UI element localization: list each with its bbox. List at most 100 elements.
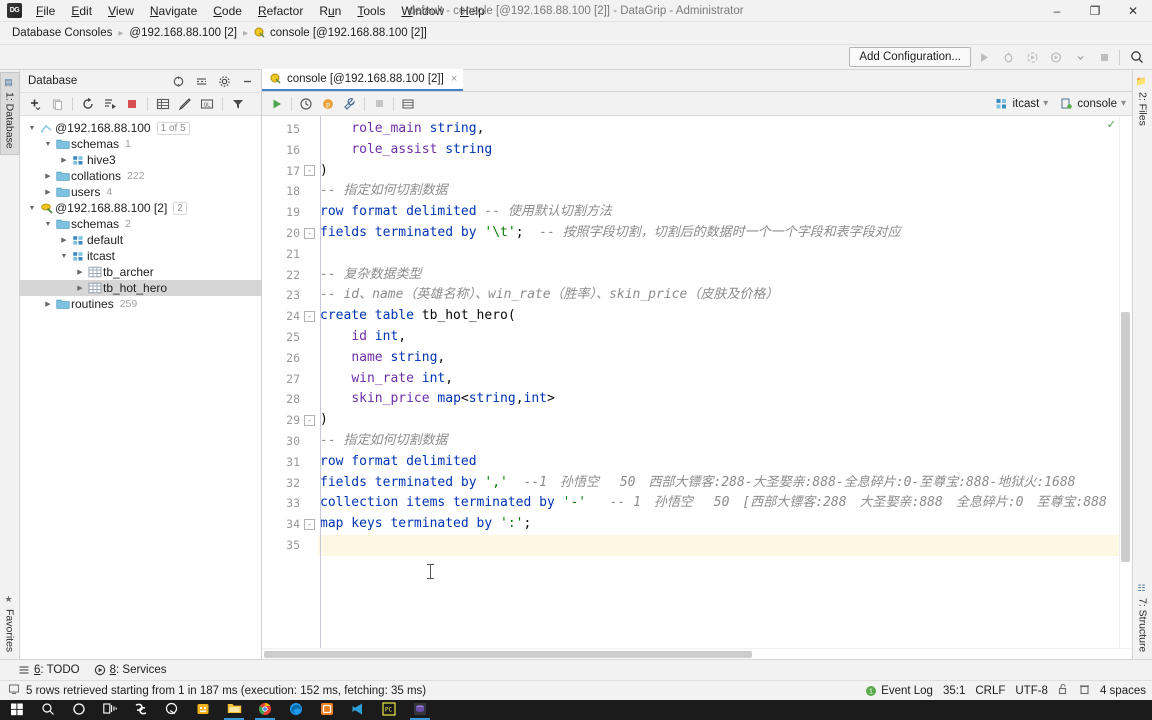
tree-node-schemas-1[interactable]: ▼ schemas 1 [20,136,261,152]
stripe-tab-database[interactable]: ▤ 1: Database [0,72,20,155]
code-content[interactable]: role_main string, role_assist string) -- … [318,116,1132,648]
line-separator[interactable]: CRLF [975,685,1005,697]
tree-expand-arrow[interactable]: ▼ [42,141,54,148]
vertical-scrollbar[interactable]: ✓ [1107,116,1132,648]
taskbar-app-vmware[interactable] [312,700,342,720]
tree-expand-arrow[interactable]: ▶ [74,268,86,276]
history-icon[interactable] [295,94,317,114]
parameters-icon[interactable]: p [317,94,339,114]
sync-icon[interactable] [168,72,188,91]
tree-expand-arrow[interactable]: ▼ [26,205,38,212]
taskbar-app-vscode[interactable] [343,700,373,720]
code-line[interactable]: role_assist string [318,140,1132,161]
taskbar-app-store[interactable] [188,700,218,720]
code-fold-icon[interactable]: - [304,518,315,530]
code-line[interactable]: -- 复杂数据类型 [318,265,1132,286]
stop-icon[interactable] [122,95,142,114]
stop-icon[interactable] [1093,46,1115,68]
add-configuration-button[interactable]: Add Configuration... [849,47,971,67]
stripe-tab-favorites[interactable]: ★ Favorites [1,590,19,657]
menu-edit[interactable]: Edit [63,2,100,20]
code-line[interactable]: collection items terminated by '-' -- 1 … [318,493,1132,514]
close-icon[interactable]: × [451,73,457,85]
code-line[interactable]: win_rate int, [318,369,1132,390]
code-fold-icon[interactable]: - [304,227,315,239]
search-button[interactable] [33,700,63,720]
code-line[interactable]: map keys terminated by ':'; [318,514,1132,535]
tree-node-tb-archer[interactable]: ▶ tb_archer [20,264,261,280]
table-view-icon[interactable] [397,94,419,114]
code-line[interactable]: name string, [318,348,1132,369]
maximize-button[interactable]: ❐ [1076,0,1114,21]
tree-node-tb-hot-hero[interactable]: ▶ tb_hot_hero [20,280,261,296]
taskbar-app-datagrip[interactable] [405,700,435,720]
horizontal-scrollbar-thumb[interactable] [264,651,752,658]
code-line[interactable] [318,244,1132,265]
code-line[interactable]: -- id、name（英雄名称）、win_rate（胜率）、skin_price… [318,285,1132,306]
code-fold-icon[interactable]: - [304,165,315,177]
tree-expand-arrow[interactable]: ▶ [42,172,54,180]
code-line[interactable]: skin_price map<string,int> [318,389,1132,410]
taskbar-app-everything[interactable] [157,700,187,720]
code-editor[interactable]: 15 16-17 18 19-20 21 22 23-24 25 26 27 28-29 30 31 32… [262,116,1132,648]
taskbar-app-chrome[interactable] [250,700,280,720]
stripe-tab-files[interactable]: 📁 2: Files [1134,72,1152,131]
tree-expand-arrow[interactable]: ▼ [26,125,38,132]
code-line[interactable]: id int, [318,327,1132,348]
unlocked-icon[interactable] [1058,683,1069,698]
tree-node-collations[interactable]: ▶ collations 222 [20,168,261,184]
menu-run[interactable]: Run [311,2,349,20]
execute-icon[interactable] [266,94,288,114]
code-line[interactable]: role_main string, [318,119,1132,140]
minimize-button[interactable]: – [1038,0,1076,21]
run-icon[interactable] [973,46,995,68]
database-tree[interactable]: ▼ @192.168.88.100 1 of 5 ▼ schemas 1 ▶ hive3 ▶ co… [20,116,261,659]
indent-setting[interactable]: 4 spaces [1100,685,1146,697]
cortana-button[interactable] [64,700,94,720]
table-editor-icon[interactable] [153,95,173,114]
code-fold-icon[interactable]: - [304,414,315,426]
event-log-badge[interactable]: 1 Event Log [865,685,933,697]
tree-node-datasource-2[interactable]: ▼ @192.168.88.100 [2] 2 [20,200,261,216]
code-line[interactable]: -- 指定如何切割数据 [318,181,1132,202]
code-line[interactable]: fields terminated by ',' --1 孙悟空 50 西部大镖… [318,473,1132,494]
horizontal-scrollbar[interactable] [262,648,1132,659]
taskbar-app-edge[interactable] [281,700,311,720]
menu-view[interactable]: View [100,2,142,20]
breadcrumb-file[interactable]: console [@192.168.88.100 [2]] [250,27,431,39]
add-icon[interactable] [25,95,45,114]
menu-refactor[interactable]: Refactor [250,2,311,20]
code-line[interactable]: create table tb_hot_hero( [318,306,1132,327]
gear-icon[interactable] [214,72,234,91]
code-line[interactable]: row format delimited [318,452,1132,473]
code-line[interactable]: fields terminated by '\t'; -- 按照字段切割，切割后… [318,223,1132,244]
tree-node-schemas-2[interactable]: ▼ schemas 2 [20,216,261,232]
tree-node-users[interactable]: ▶ users 4 [20,184,261,200]
task-view-button[interactable] [95,700,125,720]
menu-help[interactable]: Help [452,2,493,20]
breadcrumb-connection[interactable]: @192.168.88.100 [2] [125,27,241,39]
caret-position[interactable]: 35:1 [943,685,965,697]
code-line[interactable]: ) [318,410,1132,431]
tool-window-services[interactable]: 8: Services [94,664,167,676]
session-selector[interactable]: console ▾ [1054,94,1132,114]
query-console-icon[interactable]: QL [197,95,217,114]
tree-expand-arrow[interactable]: ▼ [58,253,70,260]
stop-icon[interactable] [368,94,390,114]
code-line[interactable]: ) [318,161,1132,182]
menu-navigate[interactable]: Navigate [142,2,205,20]
stripe-tab-structure[interactable]: ☷ 7: Structure [1134,579,1152,657]
run-with-coverage-icon[interactable] [1021,46,1043,68]
code-line[interactable] [318,534,1132,556]
code-fold-icon[interactable]: - [304,310,315,322]
taskbar-app-explorer[interactable] [219,700,249,720]
breadcrumb-root[interactable]: Database Consoles [8,27,116,39]
tree-expand-arrow[interactable]: ▶ [42,188,54,196]
tool-window-todo[interactable]: 6: TODO [18,664,80,676]
copy-icon[interactable] [47,95,67,114]
editor-tab-console[interactable]: console [@192.168.88.100 [2]] × [262,69,464,91]
tree-expand-arrow[interactable]: ▶ [58,156,70,164]
debug-icon[interactable] [997,46,1019,68]
collapse-all-icon[interactable] [191,72,211,91]
refresh-icon[interactable] [78,95,98,114]
